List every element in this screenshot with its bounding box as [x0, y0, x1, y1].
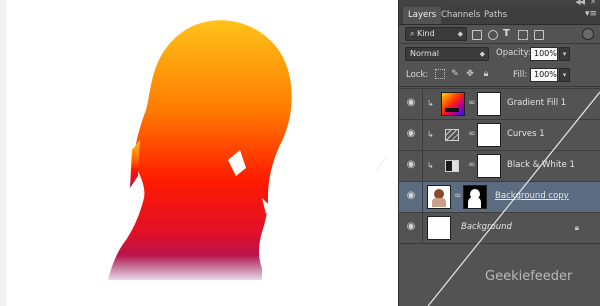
- layer-name[interactable]: Background copy: [495, 191, 569, 201]
- fill-label: Fill:: [513, 70, 528, 80]
- opacity-dropdown-icon[interactable]: ▾: [559, 47, 570, 61]
- layer-mask-thumbnail[interactable]: [477, 154, 501, 178]
- photo-thumbnail[interactable]: [427, 185, 451, 209]
- panel-tabs: Layers Channels Paths ▾≡: [399, 7, 600, 25]
- lock-icon: 🔒︎: [574, 223, 579, 232]
- close-panel-icon[interactable]: ✕: [590, 0, 596, 6]
- opacity-input[interactable]: 100%: [530, 47, 558, 61]
- divider: [399, 243, 600, 244]
- gradient-thumb-bar: [445, 108, 459, 112]
- filter-toggle-icon[interactable]: [582, 28, 594, 40]
- gradient-fill-thumbnail[interactable]: [441, 92, 465, 116]
- blend-mode-select[interactable]: Normal ◆: [405, 47, 489, 61]
- watermark-text: Geekiefeeder: [485, 269, 573, 284]
- gradient-silhouette-image: [100, 20, 292, 285]
- layer-name[interactable]: Curves 1: [507, 129, 545, 139]
- clipping-arrow-icon: ↳: [427, 99, 434, 108]
- clipping-arrow-icon: ↳: [427, 161, 434, 170]
- curves-adjustment-icon[interactable]: [445, 129, 459, 141]
- chevron-down-icon: ◆: [457, 30, 463, 38]
- layers-panel: ◀◀ ✕ Layers Channels Paths ▾≡ ⌕ Kind ◆ T…: [398, 0, 600, 306]
- tab-paths[interactable]: Paths: [479, 7, 512, 24]
- layer-row-gradient-fill[interactable]: ◉ ↳ ∞ Gradient Fill 1: [399, 88, 600, 119]
- lock-all-icon[interactable]: 🔒︎: [481, 69, 491, 79]
- chain-link-icon[interactable]: ∞: [468, 129, 476, 139]
- layer-name[interactable]: Background: [461, 222, 512, 232]
- filter-kind-select[interactable]: ⌕ Kind ◆: [405, 27, 467, 41]
- collapse-panel-icon[interactable]: ◀◀: [575, 0, 585, 6]
- divider: [399, 43, 600, 44]
- layer-name[interactable]: Gradient Fill 1: [507, 98, 566, 108]
- type-filter-icon[interactable]: T: [503, 28, 510, 39]
- background-thumbnail[interactable]: [427, 216, 451, 240]
- smart-object-filter-icon[interactable]: [534, 30, 544, 40]
- layer-mask-thumbnail[interactable]: [477, 92, 501, 116]
- clipping-arrow-icon: ↳: [427, 130, 434, 139]
- black-white-adjustment-icon[interactable]: [445, 160, 459, 172]
- pixel-filter-icon[interactable]: [472, 30, 482, 40]
- layer-mask-thumbnail[interactable]: [463, 185, 487, 209]
- fill-dropdown-icon[interactable]: ▾: [559, 68, 570, 82]
- layer-row-curves[interactable]: ◉ ↳ ∞ Curves 1: [399, 119, 600, 150]
- panel-title-strip: [399, 0, 600, 7]
- eye-visibility-icon[interactable]: ◉: [405, 221, 417, 233]
- layer-mask-thumbnail[interactable]: [477, 123, 501, 147]
- layer-row-background-copy[interactable]: ◉ ∞ Background copy: [399, 181, 600, 212]
- adjustment-filter-icon[interactable]: [488, 30, 498, 40]
- search-icon: ⌕: [410, 29, 415, 38]
- shape-filter-icon[interactable]: [518, 30, 528, 40]
- fill-input[interactable]: 100%: [530, 68, 558, 82]
- lock-position-move-icon[interactable]: ✥: [465, 69, 475, 79]
- lock-label: Lock:: [406, 70, 429, 80]
- screenshot-root: ◀◀ ✕ Layers Channels Paths ▾≡ ⌕ Kind ◆ T…: [0, 0, 600, 306]
- blend-mode-value: Normal: [410, 49, 439, 58]
- chevron-down-icon: ◆: [479, 50, 485, 58]
- layer-name[interactable]: Black & White 1: [507, 160, 575, 170]
- photo-body-shape: [432, 198, 446, 207]
- eye-visibility-icon[interactable]: ◉: [405, 97, 417, 109]
- eye-visibility-icon[interactable]: ◉: [405, 190, 417, 202]
- mask-body-shape: [468, 197, 481, 208]
- panel-menu-icon[interactable]: ▾≡: [585, 9, 597, 19]
- filter-kind-label: Kind: [417, 29, 435, 38]
- divider: [399, 86, 600, 87]
- chain-link-icon[interactable]: ∞: [454, 191, 462, 201]
- tab-channels[interactable]: Channels: [436, 7, 485, 24]
- layer-row-background[interactable]: ◉ Background 🔒︎: [399, 212, 600, 243]
- eye-visibility-icon[interactable]: ◉: [405, 159, 417, 171]
- lock-pixels-brush-icon[interactable]: ✎: [450, 69, 460, 79]
- chain-link-icon[interactable]: ∞: [468, 98, 476, 108]
- lock-transparent-icon[interactable]: [435, 69, 445, 79]
- document-canvas[interactable]: [0, 0, 398, 306]
- chain-link-icon[interactable]: ∞: [468, 160, 476, 170]
- eye-visibility-icon[interactable]: ◉: [405, 128, 417, 140]
- layer-row-black-white[interactable]: ◉ ↳ ∞ Black & White 1: [399, 150, 600, 181]
- opacity-label: Opacity:: [496, 48, 531, 58]
